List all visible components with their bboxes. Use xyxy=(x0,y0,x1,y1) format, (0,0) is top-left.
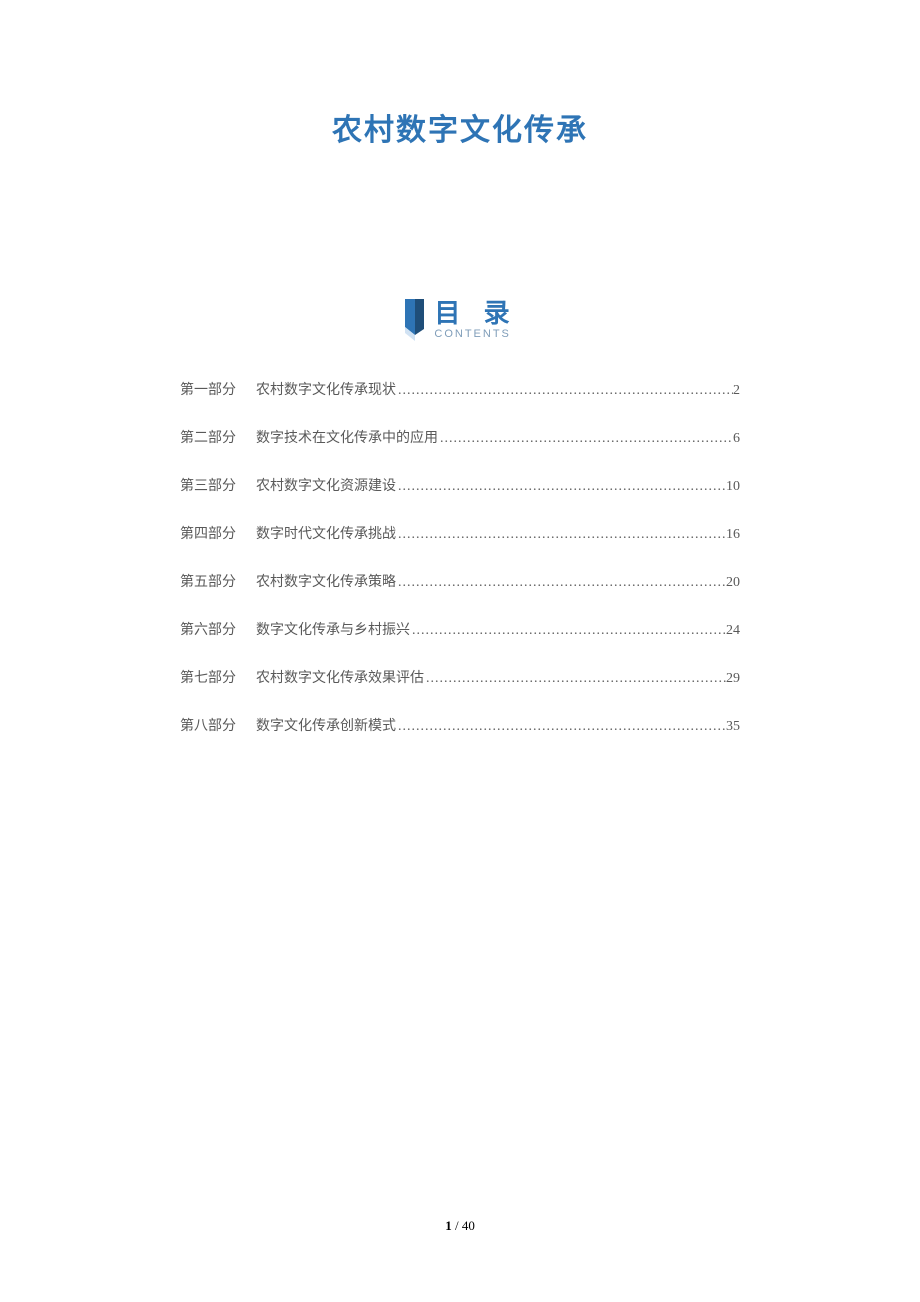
toc-page-number: 20 xyxy=(726,575,740,591)
toc-section-name: 农村数字文化资源建设 xyxy=(256,475,396,495)
toc-page-number: 29 xyxy=(726,671,740,687)
toc-entry[interactable]: 第四部分 数字时代文化传承挑战 16 xyxy=(180,523,740,543)
toc-list: 第一部分 农村数字文化传承现状 2 第二部分 数字技术在文化传承中的应用 6 第… xyxy=(180,379,740,735)
toc-header: 目 录 CONTENTS xyxy=(0,299,920,341)
toc-subtitle: CONTENTS xyxy=(434,328,511,340)
page-title: 农村数字文化传承 xyxy=(0,0,920,149)
toc-entry[interactable]: 第三部分 农村数字文化资源建设 10 xyxy=(180,475,740,495)
toc-section-name: 农村数字文化传承现状 xyxy=(256,379,396,399)
toc-section-name: 数字文化传承创新模式 xyxy=(256,715,396,735)
toc-section-name: 数字文化传承与乡村振兴 xyxy=(256,619,410,639)
toc-leader-dots xyxy=(410,623,726,639)
toc-leader-dots xyxy=(438,431,733,447)
toc-part-label: 第八部分 xyxy=(180,715,236,735)
toc-entry[interactable]: 第五部分 农村数字文化传承策略 20 xyxy=(180,571,740,591)
toc-part-label: 第一部分 xyxy=(180,379,236,399)
toc-page-number: 35 xyxy=(726,719,740,735)
toc-leader-dots xyxy=(396,719,726,735)
page-footer: 1 / 40 xyxy=(0,1218,920,1234)
toc-leader-dots xyxy=(396,575,726,591)
toc-entry[interactable]: 第一部分 农村数字文化传承现状 2 xyxy=(180,379,740,399)
toc-leader-dots xyxy=(424,671,726,687)
toc-section-name: 农村数字文化传承策略 xyxy=(256,571,396,591)
toc-entry[interactable]: 第二部分 数字技术在文化传承中的应用 6 xyxy=(180,427,740,447)
toc-leader-dots xyxy=(396,527,726,543)
toc-entry[interactable]: 第七部分 农村数字文化传承效果评估 29 xyxy=(180,667,740,687)
toc-page-number: 24 xyxy=(726,623,740,639)
toc-entry[interactable]: 第六部分 数字文化传承与乡村振兴 24 xyxy=(180,619,740,639)
toc-leader-dots xyxy=(396,383,733,399)
toc-entry[interactable]: 第八部分 数字文化传承创新模式 35 xyxy=(180,715,740,735)
bookmark-icon xyxy=(402,299,426,341)
page-total: 40 xyxy=(462,1218,475,1233)
toc-part-label: 第六部分 xyxy=(180,619,236,639)
page-separator: / xyxy=(452,1218,462,1233)
toc-section-name: 农村数字文化传承效果评估 xyxy=(256,667,424,687)
toc-page-number: 10 xyxy=(726,479,740,495)
toc-part-label: 第七部分 xyxy=(180,667,236,687)
toc-section-name: 数字技术在文化传承中的应用 xyxy=(256,427,438,447)
toc-title: 目 录 xyxy=(434,300,517,326)
toc-leader-dots xyxy=(396,479,726,495)
toc-section-name: 数字时代文化传承挑战 xyxy=(256,523,396,543)
toc-part-label: 第五部分 xyxy=(180,571,236,591)
toc-page-number: 2 xyxy=(733,383,740,399)
toc-part-label: 第二部分 xyxy=(180,427,236,447)
toc-part-label: 第四部分 xyxy=(180,523,236,543)
toc-page-number: 6 xyxy=(733,431,740,447)
toc-part-label: 第三部分 xyxy=(180,475,236,495)
toc-page-number: 16 xyxy=(726,527,740,543)
